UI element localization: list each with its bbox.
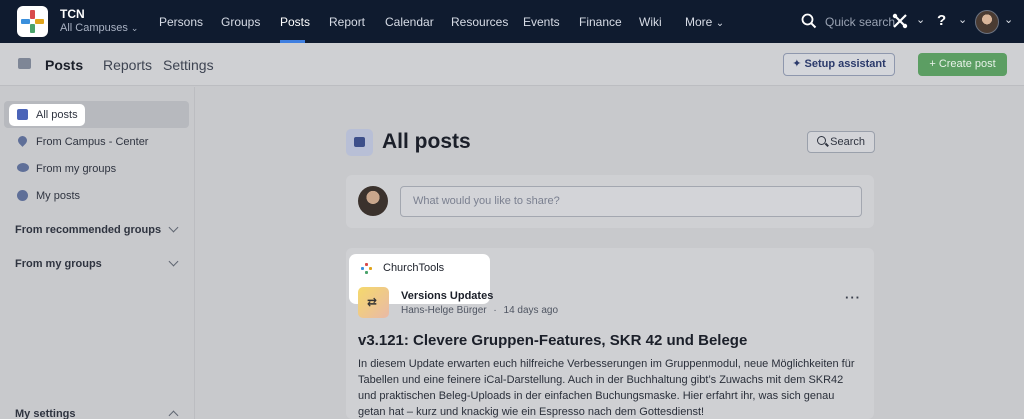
post-body: In diesem Update erwarten euch hilfreich…	[358, 358, 855, 418]
nav-persons[interactable]: Persons	[159, 15, 203, 29]
org-switcher[interactable]: TCN All Campuses ⌄	[60, 8, 138, 36]
post-author[interactable]: Hans-Helge Bürger	[401, 305, 487, 316]
org-name: TCN	[60, 7, 85, 21]
chevron-down-icon: ⌄	[130, 23, 139, 33]
search-icon[interactable]	[801, 13, 817, 29]
post-timestamp: 14 days ago	[503, 305, 559, 316]
tab-settings[interactable]: Settings	[163, 57, 214, 73]
posts-icon	[17, 109, 28, 120]
nav-posts[interactable]: Posts	[280, 15, 310, 29]
nav-resources[interactable]: Resources	[451, 15, 508, 29]
sidebar-group-recommended[interactable]: From recommended groups	[15, 224, 161, 236]
group-icon	[17, 163, 29, 172]
chevron-down-icon[interactable]: ⌄	[916, 13, 925, 26]
more-options-icon[interactable]: ···	[845, 290, 861, 305]
quick-search-input[interactable]: Quick search	[825, 15, 895, 29]
post-group-name[interactable]: Versions Updates	[401, 290, 493, 302]
chevron-down-icon: ⌄	[715, 18, 725, 29]
tools-icon[interactable]	[892, 13, 908, 29]
campus-label: All Campuses	[60, 22, 128, 34]
page-title: All posts	[382, 130, 471, 153]
search-icon	[817, 136, 826, 145]
sidebar-item-label[interactable]: All posts	[36, 109, 78, 121]
tooltip-org-name: ChurchTools	[383, 262, 445, 274]
nav-finance[interactable]: Finance	[579, 15, 622, 29]
posts-icon	[346, 129, 373, 156]
nav-wiki[interactable]: Wiki	[639, 15, 662, 29]
tab-posts[interactable]: Posts	[45, 57, 83, 73]
top-navigation: TCN All Campuses ⌄ Persons Groups Posts …	[0, 0, 1024, 43]
posts-icon	[18, 58, 31, 69]
tab-reports[interactable]: Reports	[103, 57, 152, 73]
nav-report[interactable]: Report	[329, 15, 365, 29]
setup-assistant-button[interactable]: ✦ Setup assistant	[783, 53, 895, 76]
sync-icon: ⇄	[367, 295, 378, 309]
user-icon	[17, 190, 28, 201]
create-post-button[interactable]: + Create post	[918, 53, 1007, 76]
sidebar-item-campus-center[interactable]: From Campus - Center	[36, 136, 148, 148]
avatar	[358, 186, 388, 216]
chevron-down-icon[interactable]: ⌄	[958, 13, 967, 26]
sidebar-item-my-groups[interactable]: From my groups	[36, 163, 116, 175]
nav-groups[interactable]: Groups	[221, 15, 260, 29]
sidebar-item-my-posts[interactable]: My posts	[36, 190, 80, 202]
post-meta: Hans-Helge Bürger · 14 days ago	[401, 305, 558, 316]
churchtools-icon	[361, 263, 372, 274]
sidebar-my-settings[interactable]: My settings	[15, 408, 76, 419]
meta-separator: ·	[493, 305, 497, 316]
group-avatar[interactable]: ⇄	[358, 287, 389, 318]
chevron-down-icon[interactable]: ⌄	[1004, 13, 1013, 26]
sidebar-group-my-groups[interactable]: From my groups	[15, 258, 102, 270]
nav-events[interactable]: Events	[523, 15, 560, 29]
plus-icon: +	[929, 58, 936, 70]
sparkle-icon: ✦	[792, 58, 802, 70]
share-input[interactable]: What would you like to share?	[400, 186, 862, 217]
churchtools-logo[interactable]	[17, 6, 48, 37]
help-icon[interactable]: ?	[937, 12, 946, 29]
post-title[interactable]: v3.121: Clevere Gruppen-Features, SKR 42…	[358, 332, 747, 349]
user-avatar[interactable]	[975, 10, 999, 34]
nav-calendar[interactable]: Calendar	[385, 15, 434, 29]
nav-more[interactable]: More ⌄	[685, 15, 724, 29]
